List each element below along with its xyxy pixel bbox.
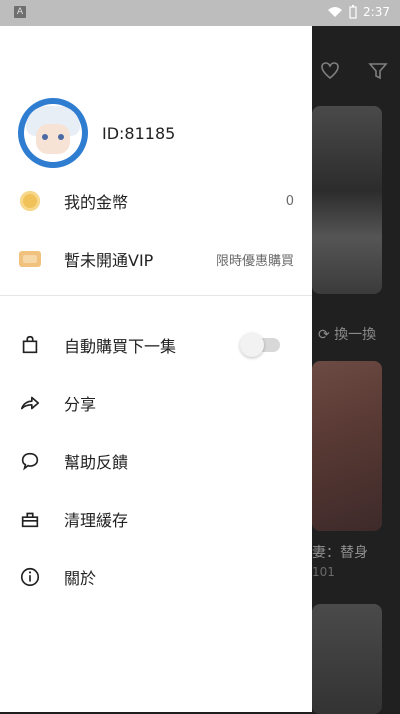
filter-icon xyxy=(368,62,388,80)
basket-icon xyxy=(18,507,42,531)
battery-icon xyxy=(349,5,357,19)
menu-clear-cache[interactable]: 清理緩存 xyxy=(0,491,312,547)
background-top-icons xyxy=(320,62,388,80)
avatar[interactable] xyxy=(18,98,88,168)
avatar-eye xyxy=(42,134,48,140)
profile-section[interactable]: ID:81185 xyxy=(18,98,175,168)
crown-icon xyxy=(18,247,42,271)
info-icon xyxy=(18,565,42,589)
vip-label: 暫未開通VIP xyxy=(64,251,154,270)
background-card xyxy=(312,604,382,714)
background-number-snippet: 101 xyxy=(312,565,335,579)
menu-about[interactable]: 關於 xyxy=(0,549,312,605)
menu-label: 分享 xyxy=(64,395,97,414)
menu-label: 清理緩存 xyxy=(64,511,129,530)
share-icon xyxy=(18,391,42,415)
refresh-icon: ⟳ xyxy=(318,327,330,343)
auto-buy-toggle[interactable] xyxy=(240,333,280,357)
heart-icon xyxy=(320,62,340,80)
menu-label: 自動購買下一集 xyxy=(64,337,177,356)
background-card xyxy=(312,361,382,531)
user-id: ID:81185 xyxy=(102,123,176,143)
menu-label: 幫助反饋 xyxy=(64,453,129,472)
coin-icon xyxy=(18,189,42,213)
shopping-bag-icon xyxy=(18,333,42,357)
menu-label: 關於 xyxy=(64,569,97,588)
system-status: 2:37 xyxy=(327,5,390,19)
menu-auto-buy[interactable]: 自動購買下一集 xyxy=(0,317,312,373)
toggle-knob xyxy=(240,333,264,357)
chat-bubble-icon xyxy=(18,449,42,473)
coins-label: 我的金幣 xyxy=(64,193,129,212)
row-coins[interactable]: 我的金幣 0 xyxy=(0,173,312,229)
wifi-icon xyxy=(327,6,343,18)
menu-share[interactable]: 分享 xyxy=(0,375,312,431)
menu-feedback[interactable]: 幫助反饋 xyxy=(0,433,312,489)
vip-promo[interactable]: 限時優惠購買 xyxy=(216,250,294,269)
clock: 2:37 xyxy=(363,5,390,19)
app-a-icon: A xyxy=(14,6,26,18)
swap-label: ⟳ 換一換 xyxy=(318,327,377,343)
side-drawer: ID:81185 我的金幣 0 暫未開通VIP 限時優惠購買 自動購買下一集 分… xyxy=(0,26,312,712)
avatar-face xyxy=(36,124,70,154)
divider xyxy=(0,295,312,296)
status-bar: A 2:37 xyxy=(0,0,400,26)
coins-value: 0 xyxy=(285,193,294,209)
background-card xyxy=(312,106,382,294)
avatar-eye xyxy=(58,134,64,140)
row-vip[interactable]: 暫未開通VIP 限時優惠購買 xyxy=(0,231,312,287)
background-title-snippet: 妻：替身 xyxy=(312,545,368,561)
